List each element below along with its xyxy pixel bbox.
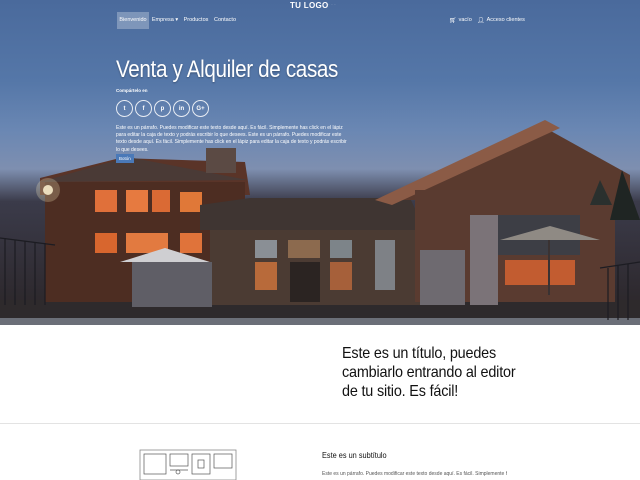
house-photo bbox=[0, 120, 640, 325]
section-heading: Este es un título, puedes cambiarlo entr… bbox=[342, 345, 516, 400]
title-section: Este es un título, puedes cambiarlo entr… bbox=[0, 325, 640, 423]
subtitle-section: Este es un subtítulo Este es un párrafo.… bbox=[0, 424, 640, 480]
hero-button[interactable]: Botón bbox=[116, 154, 134, 163]
nav-item-bienvenido[interactable]: Bienvenido bbox=[117, 12, 149, 29]
facebook-icon[interactable]: f bbox=[135, 100, 152, 117]
hero-paragraph: Este es un párrafo. Puedes modificar est… bbox=[116, 125, 347, 153]
client-access-label: Acceso clientes bbox=[486, 17, 525, 23]
pinterest-icon[interactable]: p bbox=[154, 100, 171, 117]
social-buttons: t f p in G+ bbox=[116, 100, 209, 117]
user-icon: 👤︎ bbox=[477, 17, 485, 24]
cart-label: vacío bbox=[458, 17, 472, 23]
cart-icon: 🛒︎ bbox=[449, 17, 457, 24]
nav-item-contacto[interactable]: Contacto bbox=[212, 12, 238, 29]
hero-title: Venta y Alquiler de casas bbox=[116, 56, 339, 83]
site-logo[interactable]: TU LOGO bbox=[290, 0, 329, 12]
section-subtitle: Este es un subtítulo bbox=[322, 451, 387, 460]
logo-ghost-mark: · · · · bbox=[325, 2, 336, 8]
top-navigation: Bienvenido Empresa ▾ Productos Contacto … bbox=[0, 0, 640, 30]
hero-banner: Bienvenido Empresa ▾ Productos Contacto … bbox=[0, 0, 640, 325]
client-access-link[interactable]: 👤︎ Acceso clientes bbox=[477, 12, 525, 29]
share-label: Compártelo en bbox=[116, 88, 148, 93]
linkedin-icon[interactable]: in bbox=[173, 100, 190, 117]
twitter-icon[interactable]: t bbox=[116, 100, 133, 117]
cart-link[interactable]: 🛒︎ vacío bbox=[449, 12, 472, 29]
floorplan-image bbox=[139, 449, 237, 480]
google-plus-icon[interactable]: G+ bbox=[192, 100, 209, 117]
section-paragraph: Este es un párrafo. Puedes modificar est… bbox=[322, 471, 507, 477]
nav-item-empresa[interactable]: Empresa ▾ bbox=[150, 12, 180, 29]
nav-item-productos[interactable]: Productos bbox=[182, 12, 210, 29]
